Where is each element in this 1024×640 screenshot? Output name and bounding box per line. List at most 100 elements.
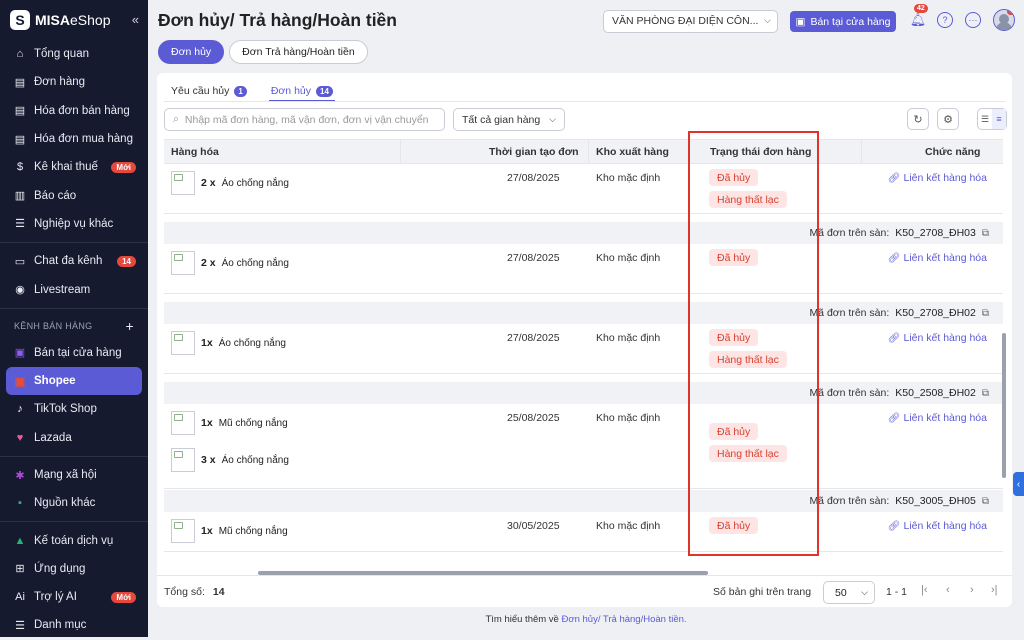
sidebar-item-tiktok-shop[interactable]: ♪ TikTok Shop — [0, 395, 148, 423]
compact-view-icon[interactable]: ≡ — [992, 109, 1006, 129]
link-goods-button[interactable]: 🔗︎ Liên kết hàng hóa — [888, 520, 987, 532]
list-view-icon[interactable]: ☰ — [978, 109, 992, 129]
divider — [164, 101, 1005, 102]
add-channel-icon[interactable]: + — [126, 318, 134, 334]
purchase-invoice-icon: ▤ — [14, 133, 26, 146]
sidebar-item-bao-cao[interactable]: ▥ Báo cáo — [0, 181, 148, 209]
status-badge: Đã hủy — [709, 169, 759, 186]
sidebar-divider — [0, 242, 148, 244]
product-image — [171, 448, 195, 472]
item-name: Áo chống nắng — [221, 454, 289, 466]
link-goods-button[interactable]: 🔗︎ Liên kết hàng hóa — [888, 172, 987, 184]
sidebar-item-hoa-don-ban-hang[interactable]: ▤ Hóa đơn bán hàng — [0, 97, 148, 125]
sidebar-item-ban-tai-cua-hang[interactable]: ▣ Bán tại cửa hàng — [0, 339, 148, 367]
notification-bell-icon[interactable]: 🔔︎ 42 — [910, 4, 928, 28]
learn-more-link[interactable]: Đơn hủy/ Trả hàng/Hoàn tiền. — [561, 614, 686, 625]
vertical-scrollbar[interactable] — [1002, 333, 1006, 478]
order-code-group: Mã đơn trên sàn: K50_2508_ĐH02 ⧉ — [809, 387, 989, 399]
next-page-icon[interactable]: › — [970, 584, 974, 596]
tab-cancelled-orders[interactable]: Đơn hủy — [158, 40, 225, 64]
product-image — [171, 331, 195, 355]
settings-icon[interactable]: ⚙︎ — [937, 108, 959, 130]
logo[interactable]: S MISAeShop « — [0, 0, 148, 40]
learn-more: Tìm hiểu thêm về Đơn hủy/ Trả hàng/Hoàn … — [485, 614, 687, 625]
link-icon: 🔗︎ — [887, 252, 901, 264]
sidebar-item-ke-khai-thue[interactable]: $ Kê khai thuế Mới — [0, 153, 148, 181]
total-count: Tổng số: 14 — [164, 586, 225, 598]
prev-page-icon[interactable]: ‹ — [946, 584, 950, 596]
status-badge: Đã hủy — [709, 249, 759, 266]
shop-select[interactable]: Tất cả gian hàng ⌵ — [453, 108, 565, 131]
first-page-icon[interactable]: |‹ — [921, 584, 928, 596]
search-input[interactable]: ⌕ Nhập mã đơn hàng, mã vận đơn, đơn vị vậ… — [164, 108, 445, 131]
sidebar-item-chat-da-kenh[interactable]: ▭ Chat đa kênh 14 — [0, 247, 148, 275]
product-image — [171, 171, 195, 195]
branch-select[interactable]: VĂN PHÒNG ĐẠI DIỆN CÔN... ⌵ — [603, 10, 778, 33]
more-icon[interactable]: ··· — [965, 12, 981, 28]
item-name: Áo chống nắng — [221, 257, 289, 269]
sidebar-item-label: Ứng dụng — [34, 562, 86, 575]
tax-icon: $ — [16, 161, 24, 174]
sidebar-item-danh-muc[interactable]: ☰ Danh mục — [0, 611, 148, 639]
collapse-sidebar-icon[interactable]: « — [132, 12, 139, 27]
sub-tabs: Yêu cầu hủy 1 Đơn hủy 14 — [171, 82, 335, 102]
page-tabs: Đơn hủy Đơn Trả hàng/Hoàn tiền — [158, 40, 368, 64]
sidebar-item-lazada[interactable]: ♥ Lazada — [0, 424, 148, 452]
copy-icon[interactable]: ⧉ — [982, 496, 989, 507]
link-goods-button[interactable]: 🔗︎ Liên kết hàng hóa — [888, 252, 987, 264]
product-image — [171, 411, 195, 435]
sidebar-item-ke-toan-dich-vu[interactable]: ▲ Kế toán dịch vụ — [0, 526, 148, 554]
sidebar-item-tro-ly-ai[interactable]: Ai Trợ lý AI Mới — [0, 583, 148, 611]
sidebar-item-livestream[interactable]: ◉ Livestream — [0, 275, 148, 303]
view-toggle: ☰ ≡ — [977, 108, 1007, 130]
table-footer: Tổng số: 14 Số bản ghi trên trang 50 ⌵ 1 -… — [157, 575, 1012, 607]
badge: Mới — [111, 161, 136, 173]
home-icon: ⌂ — [16, 48, 24, 61]
refresh-icon[interactable]: ↻ — [907, 108, 929, 130]
count-badge: 1 — [234, 85, 247, 97]
link-goods-button[interactable]: 🔗︎ Liên kết hàng hóa — [888, 412, 987, 424]
copy-icon[interactable]: ⧉ — [982, 228, 989, 239]
sidebar-item-don-hang[interactable]: ▤ Đơn hàng — [0, 68, 148, 96]
order-header: Mã đơn trên sàn: K50_2708_ĐH03 ⧉ — [164, 222, 1003, 244]
tab-cancelled[interactable]: Đơn hủy 14 — [268, 82, 335, 102]
order-item: 1x Mũ chống nắng — [171, 519, 288, 543]
sidebar-item-ung-dung[interactable]: ⊞ Ứng dụng — [0, 555, 148, 583]
table-row: 2 x Áo chống nắng 27/08/2025 Kho mặc định Đã… — [164, 244, 1003, 294]
sidebar-item-hoa-don-mua-hang[interactable]: ▤ Hóa đơn mua hàng — [0, 125, 148, 153]
count-badge: 14 — [316, 85, 333, 97]
chevron-down-icon: ⌵ — [861, 587, 868, 597]
sell-in-store-button[interactable]: ▣ Bán tại cửa hàng — [790, 11, 896, 32]
tab-returns-refunds[interactable]: Đơn Trả hàng/Hoàn tiền — [229, 40, 368, 64]
sidebar-item-label: Hóa đơn bán hàng — [34, 104, 130, 117]
help-icon[interactable]: ? — [937, 12, 953, 28]
page-size-select[interactable]: 50 ⌵ — [823, 581, 875, 604]
sidebar-item-label: Hóa đơn mua hàng — [34, 133, 133, 146]
side-panel-toggle-icon[interactable]: ‹ — [1013, 472, 1024, 496]
sidebar-item-label: Kê khai thuế — [34, 161, 98, 174]
link-goods-label: Liên kết hàng hóa — [903, 412, 988, 424]
copy-icon[interactable]: ⧉ — [982, 308, 989, 319]
status-badge: Hàng thất lạc — [709, 445, 787, 462]
sidebar-item-nghiep-vu-khac[interactable]: ☰ Nghiệp vụ khác — [0, 210, 148, 238]
link-goods-label: Liên kết hàng hóa — [903, 332, 988, 344]
copy-icon[interactable]: ⧉ — [982, 388, 989, 399]
link-goods-button[interactable]: 🔗︎ Liên kết hàng hóa — [888, 332, 987, 344]
badge: 14 — [117, 255, 136, 267]
last-page-icon[interactable]: ›| — [991, 584, 998, 596]
order-code: K50_2708_ĐH02 — [895, 307, 976, 319]
tab-cancel-requests[interactable]: Yêu cầu hủy 1 — [171, 82, 247, 100]
orders-card: Yêu cầu hủy 1 Đơn hủy 14 ⌕ Nhập mã đơn hàng… — [157, 73, 1012, 607]
col-goods: Hàng hóa — [171, 146, 219, 158]
sidebar-divider — [0, 455, 148, 457]
sidebar-item-nguon-khac[interactable]: ▪ Nguồn khác — [0, 489, 148, 517]
page-range: 1 - 1 — [886, 586, 908, 598]
sidebar-item-shopee[interactable]: ▣ Shopee — [6, 366, 142, 396]
sidebar-item-mang-xa-hoi[interactable]: ✱ Mạng xã hội — [0, 461, 148, 489]
link-goods-label: Liên kết hàng hóa — [903, 252, 988, 264]
item-quantity: 1x — [201, 337, 213, 349]
col-actions: Chức năng — [925, 146, 981, 158]
sidebar-item-tong-quan[interactable]: ⌂ Tổng quan — [0, 40, 148, 68]
invoice-icon: ▤ — [14, 105, 26, 118]
avatar[interactable]: 1 — [993, 9, 1015, 31]
